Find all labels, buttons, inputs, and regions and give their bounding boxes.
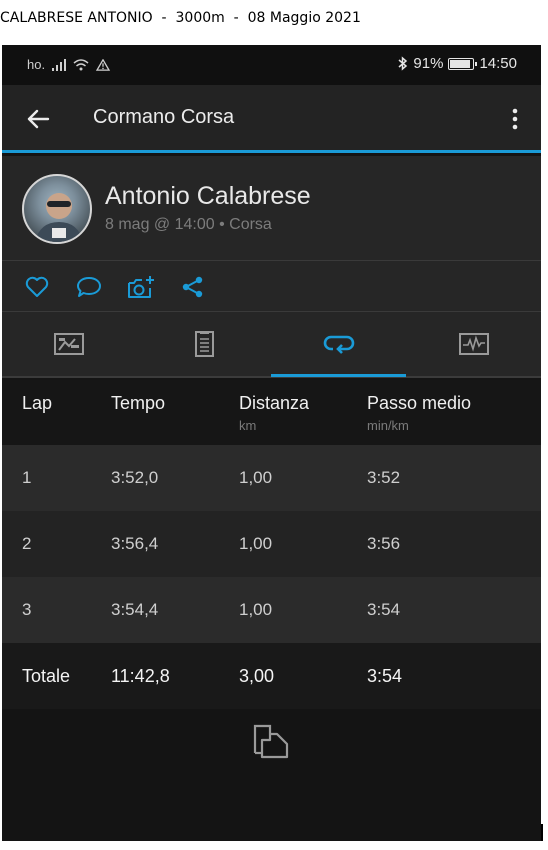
lap-pace: 3:54 [367,600,401,619]
activity-tabs [2,312,541,378]
signal-icon [52,58,67,71]
clock: 14:50 [479,55,517,72]
total-time: 11:42,8 [111,666,170,686]
wifi-icon [73,58,89,70]
details-icon [195,331,214,357]
column-header-distanza: Distanza [239,393,310,413]
split-view-icon[interactable] [250,723,292,761]
social-actions [2,261,541,312]
lap-pace: 3:52 [367,468,401,487]
selected-tab-indicator [271,374,406,377]
user-name[interactable]: Antonio Calabrese [105,182,311,211]
add-photo-icon[interactable] [126,274,156,300]
tab-laps[interactable] [272,312,406,376]
lap-distance: 1,00 [239,600,273,619]
tab-overview[interactable] [2,312,136,376]
page-title: Cormano Corsa [93,106,235,128]
lap-number: 2 [22,534,32,553]
activity-header: Antonio Calabrese 8 mag @ 14:00 • Corsa [2,156,541,261]
laps-icon [323,335,355,354]
table-row[interactable]: 2 3:56,4 1,00 3:56 [2,511,541,577]
phone-screen: ho. 91% 14:50 Cormano Corsa Antonio Cala… [2,45,541,841]
total-pace: 3:54 [367,666,403,686]
charts-icon [459,333,489,355]
lap-number: 3 [22,600,32,619]
battery-percent: 91% [413,55,444,72]
total-distance: 3,00 [239,666,275,686]
edge-mark [541,824,543,841]
carrier-label: ho. [27,57,46,72]
column-unit-distanza: km [239,418,257,433]
image-caption: CALABRESE ANTONIO - 3000m - 08 Maggio 20… [0,10,361,26]
lap-pace: 3:56 [367,534,401,553]
share-icon[interactable] [180,274,206,300]
app-bar: Cormano Corsa [2,85,541,153]
bluetooth-icon [398,56,408,71]
tab-details[interactable] [137,312,271,376]
lap-distance: 1,00 [239,468,273,487]
lap-number: 1 [22,468,32,487]
battery-icon [448,57,478,70]
table-row[interactable]: 1 3:52,0 1,00 3:52 [2,445,541,511]
lap-time: 3:54,4 [111,600,159,619]
overview-icon [54,333,84,355]
lap-time: 3:56,4 [111,534,159,553]
lap-time: 3:52,0 [111,468,159,487]
back-arrow-icon[interactable] [24,105,52,133]
column-header-tempo: Tempo [111,393,166,413]
warning-icon [95,58,111,71]
laps-table-header: Lap Tempo Distanza km Passo medio min/km [2,380,541,445]
like-icon[interactable] [24,274,50,300]
avatar[interactable] [22,174,92,244]
comment-icon[interactable] [76,274,102,300]
total-label: Totale [22,666,71,686]
column-header-lap: Lap [22,393,53,413]
status-bar: ho. 91% 14:50 [2,45,541,85]
column-header-passo: Passo medio [367,393,472,413]
tab-charts[interactable] [407,312,541,376]
lap-distance: 1,00 [239,534,273,553]
activity-meta: 8 mag @ 14:00 • Corsa [105,216,272,233]
totals-row: Totale 11:42,8 3,00 3:54 [2,643,541,709]
more-options-icon[interactable] [505,105,525,133]
column-unit-passo: min/km [367,418,409,433]
table-row[interactable]: 3 3:54,4 1,00 3:54 [2,577,541,643]
